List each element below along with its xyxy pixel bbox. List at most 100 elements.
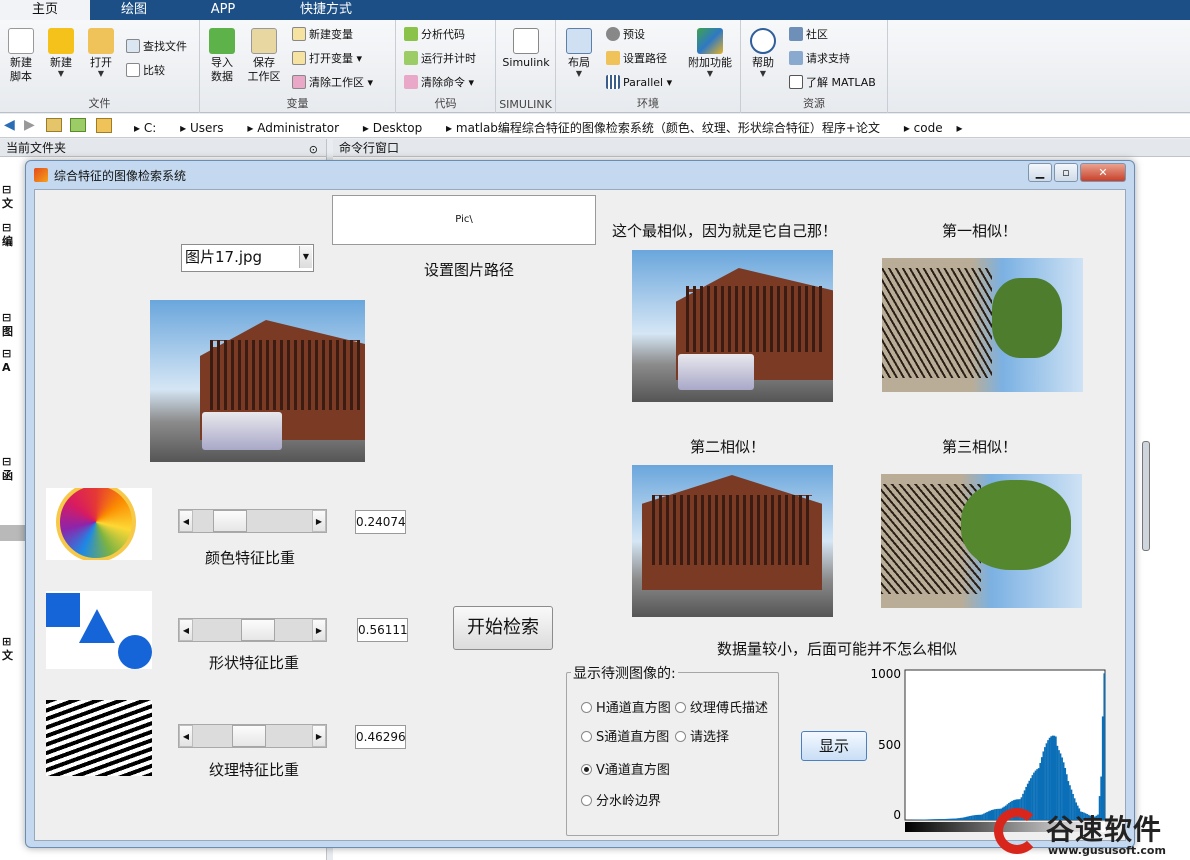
slider-right-arrow-icon[interactable]: ▶ xyxy=(312,619,326,641)
learn-matlab-button[interactable]: 了解 MATLAB xyxy=(789,74,876,92)
minimize-button[interactable]: ▁ xyxy=(1028,163,1052,182)
radio-h-histogram[interactable]: H通道直方图 xyxy=(581,697,671,716)
breadcrumb-item[interactable]: ▸ Administrator xyxy=(247,121,349,135)
back-icon[interactable]: ◀ xyxy=(4,117,15,133)
pane-menu-icon[interactable]: ⊙ xyxy=(309,141,318,159)
compare-label: 比较 xyxy=(143,64,165,77)
watermark-logo: 谷速软件 www.gususoft.com xyxy=(990,806,1190,860)
texture-weight-value[interactable]: 0.46296 xyxy=(355,725,406,749)
new-script-icon xyxy=(8,28,34,54)
color-weight-value[interactable]: 0.24074 xyxy=(355,510,406,534)
shape-weight-value[interactable]: 0.56111 xyxy=(357,618,408,642)
new-variable-button[interactable]: 新建变量 xyxy=(292,26,353,44)
image-select-dropdown[interactable]: 图片17.jpg ▼ xyxy=(181,244,314,272)
community-button[interactable]: 社区 xyxy=(789,26,828,44)
clear-commands-button[interactable]: 清除命令 ▾ xyxy=(404,74,474,92)
browse-folder-icon[interactable] xyxy=(70,118,86,132)
run-and-time-button[interactable]: 运行并计时 xyxy=(404,50,476,68)
selected-row[interactable] xyxy=(0,525,26,541)
new-label: 新建 xyxy=(50,56,72,69)
set-path-icon xyxy=(606,51,620,65)
new-button[interactable]: 新建 ▼ xyxy=(44,28,78,78)
tab-home[interactable]: 主页 xyxy=(0,0,90,20)
radio-dot xyxy=(675,731,686,742)
learn-matlab-icon xyxy=(789,75,803,89)
histogram-bar xyxy=(934,819,937,820)
group-simulink-label: SIMULINK xyxy=(499,98,552,111)
request-support-button[interactable]: 请求支持 xyxy=(789,50,850,68)
breadcrumb-item[interactable]: ▸ C: xyxy=(134,121,166,135)
histogram-bar xyxy=(940,819,943,820)
color-slider-thumb[interactable] xyxy=(213,510,248,532)
breadcrumb-item[interactable]: ▸ matlab编程综合特征的图像检索系统（颜色、纹理、形状综合特征）程序+论文 xyxy=(446,121,890,135)
start-search-button[interactable]: 开始检索 xyxy=(453,606,553,650)
tree-node[interactable]: ⊟ 函 xyxy=(2,455,13,483)
tree-node[interactable]: ⊟ 图 xyxy=(2,311,13,339)
slider-right-arrow-icon[interactable]: ▶ xyxy=(312,725,326,747)
shape-weight-slider[interactable]: ◀ ▶ xyxy=(178,618,327,642)
group-variable-label: 变量 xyxy=(286,97,309,110)
tab-plots[interactable]: 绘图 xyxy=(90,0,178,20)
layout-icon xyxy=(566,28,592,54)
close-button[interactable]: ✕ xyxy=(1080,163,1126,182)
up-folder-icon[interactable] xyxy=(46,118,62,132)
maximize-button[interactable]: ▫ xyxy=(1054,163,1078,182)
texture-weight-slider[interactable]: ◀ ▶ xyxy=(178,724,327,748)
histogram-bar xyxy=(962,817,965,820)
image-path-field[interactable]: Pic\ xyxy=(332,195,596,245)
set-path-button[interactable]: 设置路径 xyxy=(606,50,667,68)
histogram-bar xyxy=(931,819,934,820)
texture-slider-thumb[interactable] xyxy=(232,725,267,747)
result-1-image xyxy=(882,258,1083,392)
ribbon-toolstrip: 新建 脚本 新建 ▼ 打开 ▼ 查找文件 比较 文件 导入 数据 保存 工作区 新建… xyxy=(0,20,1190,113)
compare-button[interactable]: 比较 xyxy=(126,62,165,80)
preferences-label: 预设 xyxy=(623,28,645,41)
slider-right-arrow-icon[interactable]: ▶ xyxy=(312,510,326,532)
radio-please-select[interactable]: 请选择 xyxy=(675,726,729,745)
tab-shortcuts[interactable]: 快捷方式 xyxy=(268,0,384,20)
tab-apps[interactable]: APP xyxy=(178,0,268,20)
slider-left-arrow-icon[interactable]: ◀ xyxy=(179,619,193,641)
slider-left-arrow-icon[interactable]: ◀ xyxy=(179,510,193,532)
image-path-label: 设置图片路径 xyxy=(424,261,515,279)
import-data-button[interactable]: 导入 数据 xyxy=(206,28,238,84)
figure-title: 综合特征的图像检索系统 xyxy=(54,169,187,183)
tree-node[interactable]: ⊟ A xyxy=(2,347,11,375)
shape-feature-image xyxy=(46,591,152,669)
color-weight-slider[interactable]: ◀ ▶ xyxy=(178,509,327,533)
tree-node[interactable]: ⊟ 文 xyxy=(2,183,13,211)
simulink-button[interactable]: Simulink xyxy=(500,28,552,70)
radio-s-histogram[interactable]: S通道直方图 xyxy=(581,726,669,745)
histogram-bar xyxy=(928,819,931,820)
show-button[interactable]: 显示 xyxy=(801,731,867,761)
layout-button[interactable]: 布局 ▼ xyxy=(562,28,596,78)
find-files-button[interactable]: 查找文件 xyxy=(126,38,187,56)
clear-workspace-button[interactable]: 清除工作区 ▾ xyxy=(292,74,373,92)
tree-node[interactable]: ⊞ 文 xyxy=(2,635,13,663)
shape-slider-thumb[interactable] xyxy=(240,619,275,641)
open-variable-button[interactable]: 打开变量 ▾ xyxy=(292,50,362,68)
tree-node[interactable]: ⊟ 编 xyxy=(2,221,13,249)
help-button[interactable]: 帮助 ▼ xyxy=(747,28,779,78)
analyze-code-button[interactable]: 分析代码 xyxy=(404,26,465,44)
radio-v-histogram[interactable]: V通道直方图 xyxy=(581,759,670,778)
radio-s-histogram-label: S通道直方图 xyxy=(596,730,670,745)
save-workspace-icon xyxy=(251,28,277,54)
open-button[interactable]: 打开 ▼ xyxy=(84,28,118,78)
forward-icon[interactable]: ▶ xyxy=(24,117,35,133)
new-script-button[interactable]: 新建 脚本 xyxy=(4,28,38,84)
save-workspace-button[interactable]: 保存 工作区 xyxy=(246,28,282,84)
breadcrumb-item[interactable]: ▸ Users xyxy=(180,121,233,135)
side-scroll-tab[interactable] xyxy=(1142,441,1150,551)
histogram-bar xyxy=(973,815,976,820)
add-ons-button[interactable]: 附加功能 ▼ xyxy=(684,28,736,78)
breadcrumb-item[interactable]: ▸ Desktop xyxy=(363,121,432,135)
radio-texture-fourier[interactable]: 纹理傅氏描述 xyxy=(675,697,768,716)
open-variable-icon xyxy=(292,51,306,65)
breadcrumb-item[interactable]: ▸ code ▸ xyxy=(904,121,963,135)
parallel-button[interactable]: Parallel ▾ xyxy=(606,74,672,92)
preferences-button[interactable]: 预设 xyxy=(606,26,645,44)
slider-left-arrow-icon[interactable]: ◀ xyxy=(179,725,193,747)
radio-watershed[interactable]: 分水岭边界 xyxy=(581,790,661,809)
command-window-header: 命令行窗口 xyxy=(333,139,1190,157)
